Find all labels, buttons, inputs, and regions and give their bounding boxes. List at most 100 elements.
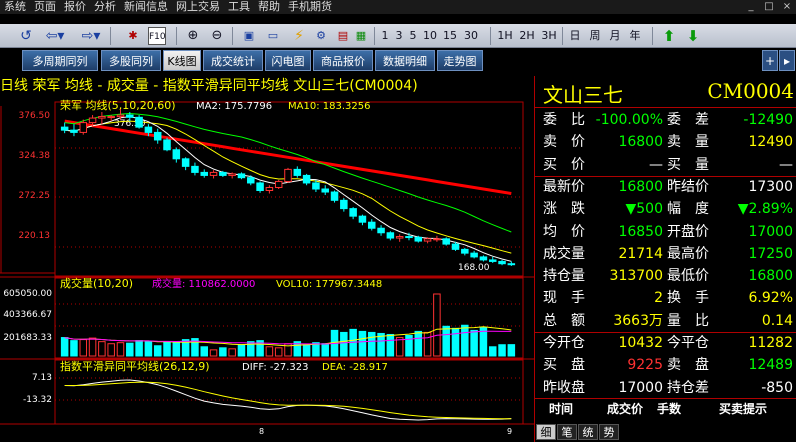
quote-row: 卖 价 16800 卖 量 12490 bbox=[535, 132, 796, 153]
volume-bar bbox=[209, 349, 218, 357]
candle bbox=[181, 158, 190, 167]
volume-tick-1: 605050.00 bbox=[3, 289, 52, 299]
candle bbox=[209, 171, 218, 176]
candle bbox=[107, 116, 115, 119]
zoom-in-icon[interactable]: ⊕ bbox=[184, 27, 202, 45]
color-icon[interactable]: ▤ bbox=[334, 27, 352, 45]
menu-item-help[interactable]: 帮助 bbox=[254, 0, 284, 14]
tab-stats[interactable]: 统 bbox=[578, 424, 598, 440]
monitor-icon[interactable]: ▭ bbox=[264, 27, 282, 45]
quote-label: 委 差 bbox=[667, 112, 709, 128]
forward-arrow-icon[interactable]: ⇨▾ bbox=[76, 27, 106, 45]
volume-bar bbox=[433, 293, 441, 357]
volume-bar bbox=[423, 331, 432, 357]
candle bbox=[293, 168, 302, 176]
kline-chart[interactable]: 376.50 324.38 272.25 220.13 605050.00 40… bbox=[0, 96, 534, 442]
period-day[interactable]: 日 bbox=[568, 27, 582, 45]
minimize-button[interactable]: _ bbox=[742, 0, 760, 14]
period-1m[interactable]: 1 bbox=[380, 27, 390, 45]
volume-bar bbox=[414, 330, 423, 357]
tab-commodity-quote[interactable]: 商品报价 bbox=[313, 50, 373, 71]
export-icon[interactable]: ▦ bbox=[352, 27, 370, 45]
tab-trend-chart[interactable]: 走势图 bbox=[437, 50, 483, 71]
arrow-up-icon[interactable]: ⬆ bbox=[660, 27, 678, 45]
price-tick-4: 220.13 bbox=[19, 231, 51, 241]
tab-data-detail[interactable]: 数据明细 bbox=[375, 50, 435, 71]
tab-multi-stock[interactable]: 多股同列 bbox=[101, 50, 161, 71]
settings-icon[interactable]: ⚙ bbox=[312, 27, 330, 45]
menu-item-quote[interactable]: 报价 bbox=[60, 0, 90, 14]
diff-legend: DIFF: -27.323 bbox=[242, 362, 309, 373]
period-3m[interactable]: 3 bbox=[394, 27, 404, 45]
candle bbox=[219, 171, 227, 176]
quote-panel: 文山三七 CM0004 委 比 -100.00% 委 差 -12490 卖 价 16800… bbox=[534, 76, 796, 442]
quote-label: 今开仓 bbox=[543, 335, 585, 351]
candle bbox=[423, 238, 432, 242]
window-icon[interactable]: ▣ bbox=[240, 27, 258, 45]
menu-item-page[interactable]: 页面 bbox=[30, 0, 60, 14]
period-year[interactable]: 年 bbox=[628, 27, 642, 45]
candle bbox=[405, 236, 413, 239]
lightning-icon[interactable]: ⚡ bbox=[290, 27, 308, 45]
tab-scroll-right-button[interactable]: ▸ bbox=[779, 50, 795, 71]
quote-label: 最低价 bbox=[667, 268, 709, 285]
tab-add-button[interactable]: + bbox=[762, 50, 778, 71]
chart-title: 日线 荣军 均线 - 成交量 - 指数平滑异同平均线 文山三七(CM0004) bbox=[0, 78, 418, 94]
x-tick-2: 9 bbox=[507, 427, 512, 436]
period-15m[interactable]: 15 bbox=[442, 27, 458, 45]
period-2h[interactable]: 2H bbox=[518, 27, 536, 45]
period-30m[interactable]: 30 bbox=[462, 27, 480, 45]
f10-icon[interactable]: F10 bbox=[148, 27, 166, 45]
menu-item-system[interactable]: 系统 bbox=[0, 0, 30, 14]
volume-bar bbox=[200, 346, 209, 357]
candle bbox=[60, 126, 69, 131]
volume-bar bbox=[442, 325, 450, 357]
tab-trend[interactable]: 势 bbox=[599, 424, 619, 440]
tab-multi-period[interactable]: 多周期同列 bbox=[22, 50, 98, 71]
volume-bar bbox=[274, 347, 283, 357]
quote-value: 17300 bbox=[748, 178, 793, 195]
tab-trade-stats[interactable]: 成交统计 bbox=[203, 50, 263, 71]
quote-row: 最新价 16800 昨结价 17300 bbox=[535, 177, 796, 198]
period-week[interactable]: 周 bbox=[588, 27, 602, 45]
close-button[interactable]: × bbox=[778, 0, 796, 14]
back-refresh-icon[interactable]: ↺ bbox=[18, 27, 34, 45]
period-5m[interactable]: 5 bbox=[408, 27, 418, 45]
volume-bar bbox=[461, 324, 469, 357]
candle bbox=[70, 129, 78, 133]
period-1h[interactable]: 1H bbox=[496, 27, 514, 45]
quote-value: -850 bbox=[761, 379, 793, 396]
quote-label: 幅 度 bbox=[667, 201, 709, 218]
back-arrow-icon[interactable]: ⇦▾ bbox=[40, 27, 70, 45]
maximize-button[interactable]: □ bbox=[760, 0, 778, 14]
period-10m[interactable]: 10 bbox=[422, 27, 438, 45]
period-3h[interactable]: 3H bbox=[540, 27, 558, 45]
candle bbox=[321, 188, 329, 193]
arrow-down-icon[interactable]: ⬇ bbox=[684, 27, 702, 45]
candle bbox=[358, 215, 367, 223]
quote-row: 均 价 16850 开盘价 17000 bbox=[535, 222, 796, 243]
volume-bar bbox=[172, 342, 181, 357]
volume-bar bbox=[507, 344, 516, 357]
chart-type-icon[interactable]: ✱ bbox=[124, 27, 142, 45]
menu-item-news[interactable]: 新闻信息 bbox=[120, 0, 172, 14]
tab-detail[interactable]: 细 bbox=[536, 424, 556, 440]
volume-bar bbox=[367, 331, 376, 357]
volume-bar bbox=[488, 346, 497, 357]
tab-tick[interactable]: 笔 bbox=[557, 424, 577, 440]
quote-value: 3663万 bbox=[613, 312, 663, 329]
candle bbox=[330, 191, 339, 201]
quote-value: 9225 bbox=[627, 357, 663, 374]
menu-item-online-trading[interactable]: 网上交易 bbox=[172, 0, 224, 14]
quote-label: 昨收盘 bbox=[543, 379, 585, 396]
menu-item-mobile-futures[interactable]: 手机期货 bbox=[284, 0, 336, 14]
zoom-out-icon[interactable]: ⊖ bbox=[208, 27, 226, 45]
candle bbox=[340, 199, 348, 210]
volume-bar bbox=[126, 342, 134, 357]
menu-bar: 系统 页面 报价 分析 新闻信息 网上交易 工具 帮助 手机期货 _ □ × bbox=[0, 0, 796, 14]
tab-flash-chart[interactable]: 闪电图 bbox=[265, 50, 311, 71]
menu-item-tools[interactable]: 工具 bbox=[224, 0, 254, 14]
tab-kline[interactable]: K线图 bbox=[163, 50, 201, 71]
period-month[interactable]: 月 bbox=[608, 27, 622, 45]
menu-item-analysis[interactable]: 分析 bbox=[90, 0, 120, 14]
